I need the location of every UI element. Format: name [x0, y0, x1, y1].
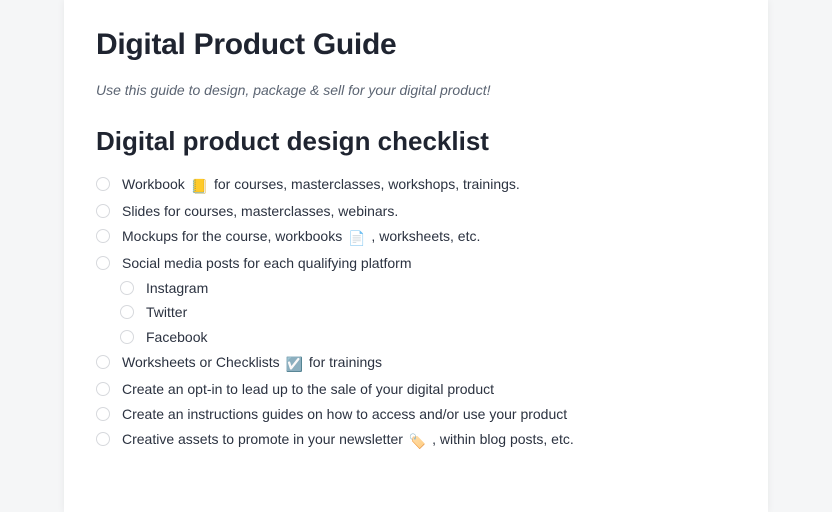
list-item-text: Creative assets to promote in your newsl… [122, 430, 736, 451]
list-item: Facebook [96, 325, 736, 350]
document-page: Digital Product Guide Use this guide to … [64, 0, 768, 512]
list-item-text: Workbook 📒 for courses, masterclasses, w… [122, 175, 736, 196]
checkbox-circle[interactable] [120, 330, 134, 344]
list-item: Slides for courses, masterclasses, webin… [96, 199, 736, 224]
list-item: Twitter [96, 300, 736, 325]
list-item: Workbook 📒 for courses, masterclasses, w… [96, 172, 736, 199]
list-item: Social media posts for each qualifying p… [96, 251, 736, 276]
checkbox-circle[interactable] [96, 229, 110, 243]
list-item-text: Slides for courses, masterclasses, webin… [122, 202, 736, 221]
list-item-text: Facebook [146, 328, 736, 347]
checkbox-circle[interactable] [96, 432, 110, 446]
list-item-text: Worksheets or Checklists ☑️ for training… [122, 353, 736, 374]
list-item-text: Twitter [146, 303, 736, 322]
checkbox-circle[interactable] [120, 281, 134, 295]
checklist: Workbook 📒 for courses, masterclasses, w… [96, 172, 736, 454]
list-item: Create an instructions guides on how to … [96, 402, 736, 427]
list-item: Create an opt-in to lead up to the sale … [96, 377, 736, 402]
list-item: Instagram [96, 276, 736, 301]
inline-emoji-icon: 🏷️ [409, 432, 426, 451]
list-item-text: Create an instructions guides on how to … [122, 405, 736, 424]
inline-emoji-icon: 📄 [348, 229, 365, 248]
checkbox-circle[interactable] [96, 355, 110, 369]
list-item-text: Create an opt-in to lead up to the sale … [122, 380, 736, 399]
page-title: Digital Product Guide [96, 28, 736, 62]
inline-emoji-icon: 📒 [191, 177, 208, 196]
list-item-text: Social media posts for each qualifying p… [122, 254, 736, 273]
intro-text: Use this guide to design, package & sell… [96, 82, 736, 98]
list-item: Worksheets or Checklists ☑️ for training… [96, 350, 736, 377]
checkbox-circle[interactable] [96, 407, 110, 421]
list-item-text: Instagram [146, 279, 736, 298]
section-heading: Digital product design checklist [96, 126, 736, 157]
checkbox-circle[interactable] [96, 177, 110, 191]
checkbox-circle[interactable] [96, 204, 110, 218]
checkbox-circle[interactable] [120, 305, 134, 319]
list-item-text: Mockups for the course, workbooks 📄 , wo… [122, 227, 736, 248]
inline-emoji-icon: ☑️ [286, 355, 303, 374]
checkbox-circle[interactable] [96, 382, 110, 396]
list-item: Creative assets to promote in your newsl… [96, 427, 736, 454]
list-item: Mockups for the course, workbooks 📄 , wo… [96, 224, 736, 251]
checkbox-circle[interactable] [96, 256, 110, 270]
